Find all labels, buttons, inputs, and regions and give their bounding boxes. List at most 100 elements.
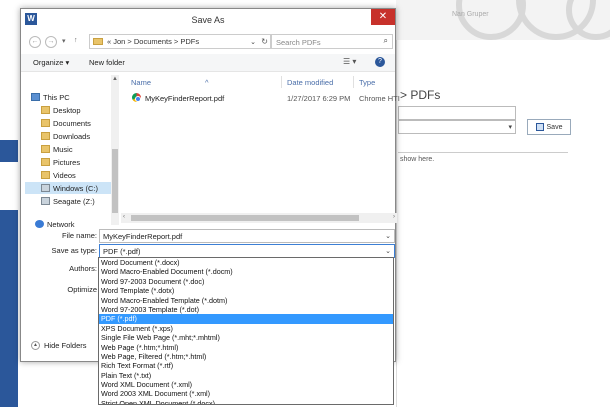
save-as-type-value: PDF (*.pdf) bbox=[103, 247, 141, 256]
nav-item-documents[interactable]: Documents bbox=[41, 117, 91, 129]
backstage-save-label: Save bbox=[546, 123, 563, 131]
file-name-value: MyKeyFinderReport.pdf bbox=[103, 232, 183, 241]
nav-item-music[interactable]: Music bbox=[41, 143, 73, 155]
search-input[interactable]: Search PDFs ⌕ bbox=[271, 34, 393, 49]
dropdown-option[interactable]: Word 2003 XML Document (*.xml) bbox=[99, 389, 393, 398]
search-placeholder: Search PDFs bbox=[276, 38, 321, 47]
address-breadcrumb[interactable]: « Jon > Documents > PDFs bbox=[107, 37, 199, 46]
file-row[interactable]: MyKeyFinderReport.pdf 1/27/2017 6:29 PM … bbox=[121, 91, 400, 105]
column-name[interactable]: Name bbox=[131, 78, 151, 87]
dropdown-option[interactable]: Word Macro-Enabled Document (*.docm) bbox=[99, 267, 393, 276]
nav-item-label: This PC bbox=[43, 92, 70, 102]
address-field[interactable]: « Jon > Documents > PDFs ⌄ ↻ bbox=[89, 34, 271, 49]
nav-item-label: Music bbox=[53, 144, 73, 154]
column-divider[interactable] bbox=[353, 76, 354, 88]
new-folder-button[interactable]: New folder bbox=[89, 58, 125, 67]
account-name[interactable]: Nan Gruper bbox=[452, 11, 489, 18]
dropdown-option[interactable]: Word XML Document (*.xml) bbox=[99, 380, 393, 389]
folder-icon bbox=[93, 38, 103, 45]
backstage-type-select[interactable]: ▾ bbox=[398, 120, 516, 134]
dropdown-option[interactable]: Word 97-2003 Document (*.doc) bbox=[99, 277, 393, 286]
chevron-up-icon: ▲ bbox=[31, 341, 40, 350]
column-date-modified[interactable]: Date modified bbox=[287, 78, 333, 87]
up-button[interactable]: ↑ bbox=[74, 37, 78, 44]
nav-pane-scrollbar[interactable]: ▲ bbox=[111, 75, 119, 225]
save-as-type-row: Save as type: PDF (*.pdf) ⌄ bbox=[21, 244, 395, 258]
chevron-down-icon[interactable]: ⌄ bbox=[385, 232, 391, 240]
view-options-icon[interactable]: ☰ ▾ bbox=[343, 57, 356, 66]
dropdown-option[interactable]: Word Template (*.dotx) bbox=[99, 286, 393, 295]
dropdown-option[interactable]: Word 97-2003 Template (*.dot) bbox=[99, 305, 393, 314]
file-name: MyKeyFinderReport.pdf bbox=[145, 94, 225, 103]
close-button[interactable]: ✕ bbox=[371, 9, 395, 25]
file-list-header: ^ Name Date modified Type bbox=[121, 75, 397, 89]
backstage-path: > PDFs bbox=[400, 88, 441, 102]
backstage-blue-accent bbox=[0, 140, 18, 162]
nav-item-label: Pictures bbox=[53, 157, 81, 167]
scroll-up-icon[interactable]: ▲ bbox=[112, 76, 118, 82]
save-disk-icon bbox=[535, 123, 544, 131]
nav-item-desktop[interactable]: Desktop bbox=[41, 104, 81, 116]
dropdown-option[interactable]: Word Document (*.docx) bbox=[99, 258, 393, 267]
folder-icon bbox=[41, 145, 50, 153]
authors-label: Authors: bbox=[69, 264, 97, 273]
forward-button[interactable]: → bbox=[45, 36, 57, 48]
file-name-row: File name: MyKeyFinderReport.pdf ⌄ bbox=[21, 229, 395, 243]
organize-button[interactable]: Organize ▾ bbox=[33, 58, 69, 67]
dropdown-option[interactable]: Plain Text (*.txt) bbox=[99, 371, 393, 380]
nav-item-label: Documents bbox=[53, 118, 91, 128]
dropdown-option[interactable]: Word Macro-Enabled Template (*.dotm) bbox=[99, 296, 393, 305]
drive-icon bbox=[41, 184, 50, 192]
nav-item-label: Windows (C:) bbox=[53, 183, 99, 193]
folder-icon bbox=[41, 158, 50, 166]
dropdown-option[interactable]: Web Page, Filtered (*.htm;*.html) bbox=[99, 352, 393, 361]
column-divider[interactable] bbox=[281, 76, 282, 88]
backstage-divider bbox=[398, 152, 568, 153]
backstage-filename-input[interactable] bbox=[398, 106, 516, 120]
nav-item-windows-c[interactable]: Windows (C:) bbox=[25, 182, 111, 194]
file-list-horizontal-scrollbar[interactable]: ‹ › bbox=[121, 213, 397, 223]
pc-icon bbox=[31, 93, 40, 101]
nav-item-this-pc[interactable]: This PC bbox=[31, 91, 70, 103]
column-type[interactable]: Type bbox=[359, 78, 375, 87]
save-as-type-select[interactable]: PDF (*.pdf) ⌄ bbox=[99, 244, 395, 258]
refresh-icon[interactable]: ↻ bbox=[261, 37, 268, 46]
dropdown-option[interactable]: Single File Web Page (*.mht;*.mhtml) bbox=[99, 333, 393, 342]
dropdown-option[interactable]: XPS Document (*.xps) bbox=[99, 324, 393, 333]
scroll-left-icon[interactable]: ‹ bbox=[123, 214, 125, 220]
backstage-save-button[interactable]: Save bbox=[527, 119, 571, 135]
dropdown-option[interactable]: Strict Open XML Document (*.docx) bbox=[99, 399, 393, 404]
folder-icon bbox=[41, 132, 50, 140]
save-as-type-dropdown[interactable]: Word Document (*.docx) Word Macro-Enabled… bbox=[98, 257, 394, 405]
command-bar: Organize ▾ New folder ☰ ▾ ? bbox=[21, 54, 395, 72]
help-icon[interactable]: ? bbox=[375, 57, 385, 67]
recent-locations-icon[interactable]: ▾ bbox=[62, 37, 66, 45]
hide-folders-label: Hide Folders bbox=[44, 341, 87, 350]
nav-item-downloads[interactable]: Downloads bbox=[41, 130, 90, 142]
dialog-titlebar[interactable]: W Save As ✕ bbox=[21, 9, 395, 31]
chrome-icon bbox=[132, 93, 141, 102]
nav-item-label: Downloads bbox=[53, 131, 91, 141]
scrollbar-thumb[interactable] bbox=[131, 215, 359, 221]
hide-folders-button[interactable]: ▲ Hide Folders bbox=[31, 341, 87, 350]
scroll-right-icon[interactable]: › bbox=[393, 214, 395, 220]
network-icon bbox=[35, 220, 44, 228]
file-name-input[interactable]: MyKeyFinderReport.pdf ⌄ bbox=[99, 229, 395, 243]
dropdown-option[interactable]: Web Page (*.htm;*.html) bbox=[99, 343, 393, 352]
back-button[interactable]: ← bbox=[29, 36, 41, 48]
sort-ascending-icon: ^ bbox=[205, 78, 209, 87]
optimize-label: Optimize bbox=[67, 285, 97, 294]
chevron-down-icon[interactable]: ⌄ bbox=[250, 38, 256, 46]
nav-item-label: Videos bbox=[53, 170, 76, 180]
folder-icon bbox=[41, 171, 50, 179]
drive-icon bbox=[41, 197, 50, 205]
scrollbar-thumb[interactable] bbox=[112, 149, 118, 213]
nav-item-videos[interactable]: Videos bbox=[41, 169, 76, 181]
dropdown-option[interactable]: PDF (*.pdf) bbox=[99, 314, 393, 324]
nav-item-pictures[interactable]: Pictures bbox=[41, 156, 80, 168]
nav-item-seagate-z[interactable]: Seagate (Z:) bbox=[41, 195, 95, 207]
dropdown-option[interactable]: Rich Text Format (*.rtf) bbox=[99, 361, 393, 370]
file-name-label: File name: bbox=[61, 231, 97, 240]
chevron-down-icon[interactable]: ⌄ bbox=[385, 247, 391, 255]
dialog-title: Save As bbox=[191, 15, 225, 25]
